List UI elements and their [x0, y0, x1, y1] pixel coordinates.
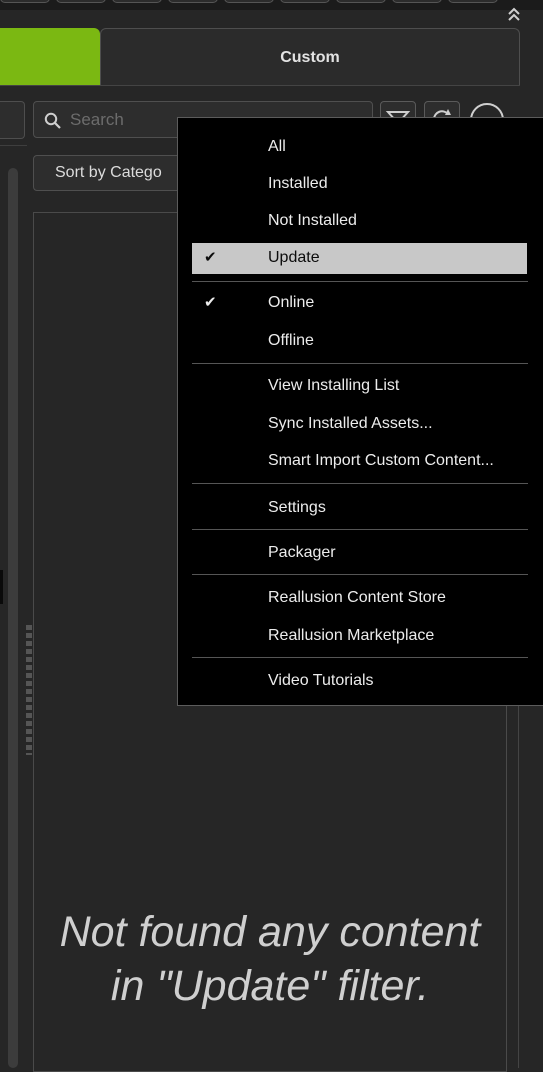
- toolbar-button[interactable]: [280, 0, 330, 3]
- toolbar-button[interactable]: [224, 0, 274, 3]
- menu-separator: [192, 483, 528, 484]
- menu-item-label: Smart Import Custom Content...: [268, 452, 494, 469]
- menu-item-installed[interactable]: Installed: [192, 169, 527, 200]
- menu-item-label: Update: [268, 249, 320, 266]
- menu-item-content-store[interactable]: Reallusion Content Store: [192, 583, 527, 614]
- toolbar-button[interactable]: [448, 0, 498, 3]
- menu-separator: [192, 281, 528, 282]
- toolbar-button[interactable]: [112, 0, 162, 3]
- menu-item-update[interactable]: ✔ Update: [192, 243, 527, 274]
- divider: [0, 85, 520, 86]
- menu-item-label: Packager: [268, 544, 336, 561]
- menu-separator: [192, 363, 528, 364]
- menu-item-settings[interactable]: Settings: [192, 493, 527, 524]
- tab-active[interactable]: [0, 28, 100, 86]
- menu-item-view-installing-list[interactable]: View Installing List: [192, 371, 527, 402]
- menu-item-offline[interactable]: Offline: [192, 326, 527, 357]
- menu-item-label: Offline: [268, 332, 314, 349]
- top-toolbar-strip: [0, 0, 543, 10]
- filter-menu: All Installed Not Installed ✔ Update ✔ O…: [177, 117, 543, 706]
- menu-item-marketplace[interactable]: Reallusion Marketplace: [192, 621, 527, 652]
- menu-item-label: Video Tutorials: [268, 672, 374, 689]
- splitter-handle[interactable]: [26, 625, 32, 755]
- menu-item-label: Installed: [268, 175, 328, 192]
- menu-item-all[interactable]: All: [192, 132, 527, 163]
- empty-message-line1: Not found any content: [59, 908, 481, 956]
- menu-separator: [192, 574, 528, 575]
- menu-item-video-tutorials[interactable]: Video Tutorials: [192, 666, 527, 697]
- search-icon: [44, 112, 61, 129]
- menu-item-label: All: [268, 138, 286, 155]
- checkmark-icon: ✔: [204, 249, 217, 266]
- menu-item-label: Online: [268, 294, 315, 311]
- menu-item-not-installed[interactable]: Not Installed: [192, 206, 527, 237]
- menu-item-smart-import[interactable]: Smart Import Custom Content...: [192, 446, 527, 477]
- toolbar-button[interactable]: [336, 0, 386, 3]
- tab-custom[interactable]: Custom: [100, 28, 520, 86]
- empty-message: Not found any content in "Update" filter…: [33, 905, 507, 1013]
- menu-item-packager[interactable]: Packager: [192, 538, 527, 569]
- menu-separator: [192, 529, 528, 530]
- toolbar-button[interactable]: [392, 0, 442, 3]
- double-chevron-up-icon[interactable]: [503, 6, 525, 26]
- divider: [0, 145, 27, 146]
- menu-item-label: View Installing List: [268, 377, 400, 394]
- menu-item-label: Reallusion Marketplace: [268, 627, 435, 644]
- menu-item-online[interactable]: ✔ Online: [192, 288, 527, 319]
- left-scrollbar[interactable]: [8, 168, 18, 1068]
- menu-separator: [192, 657, 528, 658]
- toolbar-button[interactable]: [56, 0, 106, 3]
- divider: [518, 700, 519, 1068]
- left-panel-header[interactable]: [0, 101, 25, 139]
- menu-item-label: Sync Installed Assets...: [268, 415, 433, 432]
- menu-item-label: Not Installed: [268, 212, 357, 229]
- menu-item-label: Settings: [268, 499, 326, 516]
- toolbar-button[interactable]: [168, 0, 218, 3]
- checkmark-icon: ✔: [204, 294, 217, 311]
- left-panel-marker: [0, 570, 3, 604]
- empty-message-line2: in "Update" filter.: [110, 962, 430, 1010]
- toolbar-button[interactable]: [0, 0, 50, 3]
- menu-item-sync-installed-assets[interactable]: Sync Installed Assets...: [192, 409, 527, 440]
- menu-item-label: Reallusion Content Store: [268, 589, 446, 606]
